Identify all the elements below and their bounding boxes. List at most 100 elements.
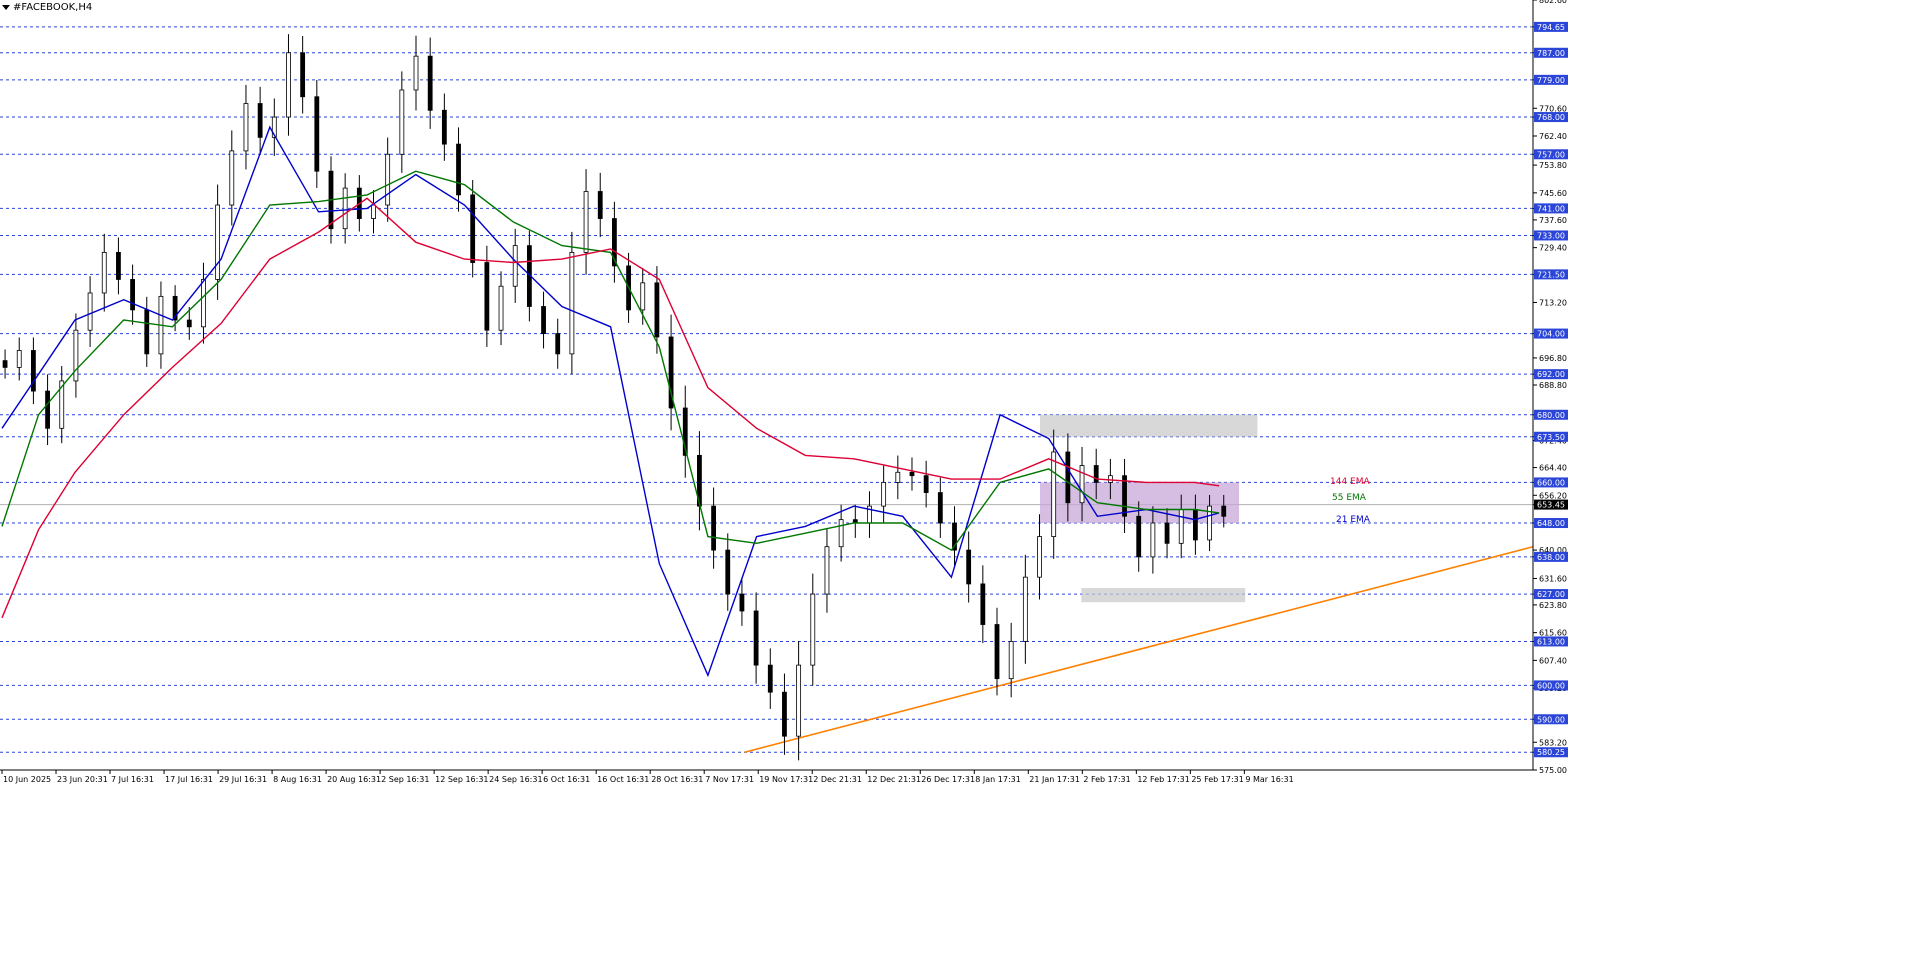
candle-body [116, 251, 121, 280]
y-tick-label: 713.20 [1539, 298, 1567, 307]
candle-body [725, 549, 731, 595]
level-label: 787.00 [1537, 49, 1565, 58]
level-label: 794.65 [1537, 23, 1565, 32]
candle-body [215, 204, 221, 280]
144-ema-label: 144 EMA [1330, 477, 1370, 487]
candle-body [1051, 451, 1057, 537]
level-label: 779.00 [1537, 76, 1565, 85]
y-tick-label: 607.40 [1539, 656, 1567, 665]
y-tick-label: 615.60 [1539, 629, 1567, 638]
x-tick-label: 21 Jan 17:31 [1029, 775, 1080, 784]
x-tick-label: 8 Aug 16:31 [273, 775, 322, 784]
candle-body [229, 150, 235, 206]
x-tick-label: 6 Oct 16:31 [543, 775, 590, 784]
candle-body [966, 549, 972, 585]
candle-body [1079, 465, 1085, 504]
support-zone[interactable] [1081, 587, 1246, 603]
candle-body [980, 583, 986, 625]
candle-body [201, 279, 206, 328]
level-label: 741.00 [1537, 204, 1565, 213]
candle-body [838, 519, 844, 548]
y-tick-label: 575.00 [1539, 766, 1567, 775]
candle-body [512, 245, 518, 287]
level-label: 580.25 [1537, 748, 1565, 757]
x-tick-label: 2 Sep 16:31 [381, 775, 429, 784]
level-label: 648.00 [1537, 519, 1565, 528]
candle-body [1093, 465, 1099, 483]
x-tick-label: 7 Nov 17:31 [705, 775, 754, 784]
candle-body [597, 191, 603, 219]
candle-body [569, 251, 575, 355]
candle-body [583, 191, 589, 253]
candle-body [1065, 451, 1071, 504]
y-tick-label: 762.40 [1539, 132, 1567, 141]
symbol-title: #FACEBOOK,H4 [2, 2, 92, 13]
level-label: 600.00 [1537, 681, 1565, 690]
candle-body [1164, 522, 1170, 544]
x-tick-label: 10 Jun 2025 [3, 775, 51, 784]
chart-area[interactable]: 144 EMA 55 EMA 21 EMA 802.60 794.65 787.00 77… [0, 0, 1916, 963]
time-axis: 10 Jun 2025 23 Jun 20:31 7 Jul 16:31 17 Jul… [0, 769, 1533, 784]
x-tick-label: 2 Dec 21:31 [813, 775, 862, 784]
21-ema-line[interactable] [1, 125, 1220, 678]
x-tick-label: 16 Oct 16:31 [597, 775, 649, 784]
x-tick-label: 19 Nov 17:31 [759, 775, 813, 784]
y-tick-label: 745.60 [1539, 189, 1567, 198]
level-label: 721.50 [1537, 270, 1565, 279]
y-tick-label: 737.60 [1539, 216, 1567, 225]
dropdown-triangle-icon[interactable] [2, 5, 10, 10]
x-tick-label: 9 Mar 16:31 [1245, 775, 1293, 784]
candle-body [257, 103, 263, 138]
candle-body [654, 282, 660, 338]
x-tick-label: 24 Sep 16:31 [489, 775, 542, 784]
21-ema-label: 21 EMA [1336, 515, 1371, 525]
candle-body [314, 96, 320, 172]
candle-body [1122, 475, 1127, 517]
candle-body [470, 194, 476, 263]
candle-body [711, 505, 716, 551]
ema-lines [1, 125, 1220, 678]
x-tick-label: 12 Dec 21:31 [867, 775, 921, 784]
x-tick-label: 20 Aug 16:31 [327, 775, 381, 784]
144-ema-line[interactable] [1, 197, 1220, 619]
x-tick-label: 8 Jan 17:31 [975, 775, 1021, 784]
candle-body [399, 89, 405, 155]
symbol-title-text: #FACEBOOK,H4 [13, 2, 93, 13]
resistance-zone[interactable] [1040, 414, 1258, 437]
x-tick-label: 28 Oct 16:31 [651, 775, 703, 784]
y-tick-label: 631.60 [1539, 575, 1567, 584]
candle-body [1022, 576, 1028, 642]
x-tick-label: 25 Feb 17:31 [1191, 775, 1243, 784]
candle-body [342, 187, 348, 230]
candle-body [1150, 522, 1156, 558]
y-tick-label: 583.20 [1539, 738, 1567, 747]
trendline[interactable] [744, 545, 1534, 754]
candle-body [16, 350, 22, 368]
price-chart[interactable]: 144 EMA 55 EMA 21 EMA 802.60 794.65 787.00 77… [0, 0, 1916, 963]
candle-body [810, 593, 816, 666]
55-ema-line[interactable] [1, 170, 1220, 552]
candle-body [243, 103, 249, 152]
level-label: 733.00 [1537, 231, 1565, 240]
level-label: 638.00 [1537, 553, 1565, 562]
candle-body [1008, 641, 1014, 680]
x-tick-label: 23 Jun 20:31 [57, 775, 108, 784]
candle-body [753, 610, 759, 666]
level-label: 680.00 [1537, 411, 1565, 420]
candle-body [640, 282, 646, 311]
candle-body [782, 691, 787, 737]
candle-body [1107, 475, 1113, 483]
candle-body [739, 593, 745, 612]
candle-body [923, 475, 929, 493]
x-tick-label: 12 Feb 17:31 [1137, 775, 1189, 784]
candle-body [498, 285, 504, 331]
candle-body [881, 482, 887, 507]
y-tick-label: 802.60 [1539, 0, 1567, 5]
candle-body [441, 109, 447, 145]
candle-body [541, 306, 546, 334]
candle-body [937, 492, 943, 524]
candle-body [427, 55, 433, 111]
candle-body [371, 204, 376, 219]
candle-body [1192, 509, 1198, 541]
candle-body [895, 471, 901, 483]
